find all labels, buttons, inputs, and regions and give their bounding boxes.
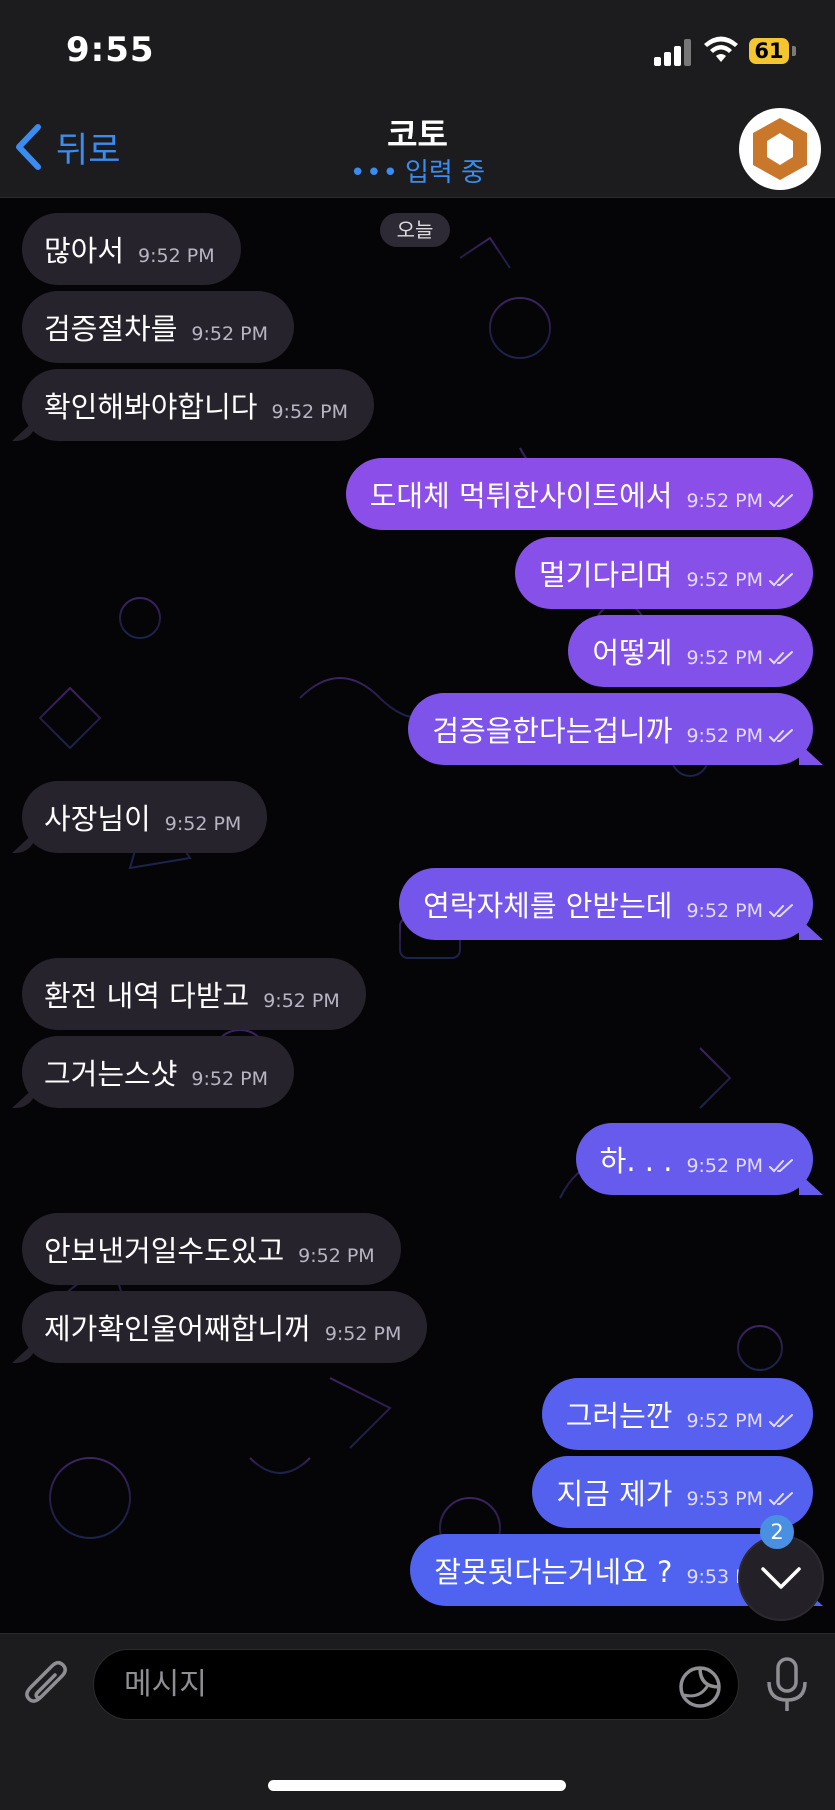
double-check-icon	[769, 1414, 793, 1428]
message-timestamp: 9:52 PM	[263, 990, 340, 1012]
message-text: 그러는깐	[565, 1399, 673, 1433]
back-button[interactable]: 뒤로	[14, 122, 120, 172]
sticker-button[interactable]	[678, 1665, 722, 1713]
message-text: 도대체 먹튀한사이트에서	[369, 479, 673, 513]
incoming-message[interactable]: 환전 내역 다받고 9:52 PM	[22, 958, 366, 1030]
message-text: 확인해봐야합니다	[44, 390, 258, 424]
back-chevron-icon	[16, 124, 41, 170]
message-timestamp: 9:52 PM	[191, 1068, 268, 1090]
outgoing-message[interactable]: 멀기다리며 9:52 PM	[515, 537, 813, 609]
incoming-message[interactable]: 많아서 9:52 PM	[22, 213, 241, 285]
incoming-message[interactable]: 안보낸거일수도있고 9:52 PM	[22, 1213, 401, 1285]
message-timestamp: 9:52 PM	[138, 245, 215, 267]
message-input[interactable]	[93, 1649, 739, 1720]
outgoing-message[interactable]: 검증을한다는겁니까 9:52 PM	[408, 693, 813, 765]
message-text: 멀기다리며	[539, 558, 673, 592]
message-text: 그거는스샷	[44, 1057, 178, 1091]
incoming-message[interactable]: 사장님이 9:52 PM	[22, 781, 268, 853]
message-timestamp: 9:52 PM	[191, 323, 268, 345]
composer-bar	[0, 1633, 835, 1810]
typing-dots: •••	[349, 158, 399, 188]
message-text: 지금 제가	[556, 1477, 673, 1511]
attach-button[interactable]	[22, 1656, 72, 1718]
microphone-button[interactable]	[763, 1656, 811, 1718]
home-indicator	[268, 1780, 566, 1791]
message-text: 안보낸거일수도있고	[44, 1234, 285, 1268]
message-timestamp: 9:52 PM	[686, 1155, 763, 1177]
status-bar: 9:55 61	[0, 0, 835, 100]
hexagon-logo-icon	[753, 118, 807, 180]
outgoing-message[interactable]: 어떻게 9:52 PM	[568, 615, 813, 687]
message-timestamp: 9:52 PM	[686, 900, 763, 922]
chevron-down-icon	[761, 1567, 801, 1589]
message-timestamp: 9:52 PM	[686, 490, 763, 512]
cellular-signal-icon	[654, 38, 694, 66]
double-check-icon	[769, 494, 793, 508]
microphone-icon	[767, 1657, 807, 1711]
message-timestamp: 9:52 PM	[686, 647, 763, 669]
message-text: 연락자체를 안받는데	[423, 889, 673, 923]
message-timestamp: 9:52 PM	[324, 1323, 402, 1345]
paperclip-icon	[25, 1661, 67, 1703]
message-text: 어떻게	[592, 636, 673, 670]
message-text: 검증을한다는겁니까	[432, 714, 673, 748]
chat-title: 코토	[387, 115, 448, 154]
date-separator: 오늘	[380, 213, 450, 247]
message-timestamp: 9:52 PM	[164, 813, 242, 835]
double-check-icon	[769, 904, 793, 918]
sticker-icon	[679, 1666, 721, 1708]
message-text: 잘못됫다는거네요 ?	[434, 1555, 673, 1589]
message-text: 하. . .	[599, 1144, 673, 1178]
chat-header: 코토 ••• 입력 중 뒤로	[0, 100, 835, 198]
message-timestamp: 9:52 PM	[686, 569, 763, 591]
typing-label: 입력 중	[404, 158, 486, 188]
double-check-icon	[769, 573, 793, 587]
double-check-icon	[769, 1492, 793, 1506]
incoming-message[interactable]: 그거는스샷 9:52 PM	[22, 1036, 294, 1108]
message-timestamp: 9:52 PM	[298, 1245, 375, 1267]
outgoing-message[interactable]: 하. . . 9:52 PM	[575, 1123, 813, 1195]
back-label: 뒤로	[56, 130, 121, 171]
status-time: 9:55	[66, 30, 155, 70]
message-timestamp: 9:52 PM	[686, 725, 763, 747]
message-text: 사장님이	[44, 802, 151, 836]
incoming-message[interactable]: 검증절차를 9:52 PM	[22, 291, 294, 363]
battery-level: 61	[749, 38, 789, 64]
double-check-icon	[769, 651, 793, 665]
message-text: 검증절차를	[44, 312, 178, 346]
wifi-icon	[703, 34, 739, 68]
double-check-icon	[769, 1159, 793, 1173]
message-timestamp: 9:52 PM	[271, 401, 349, 423]
incoming-message[interactable]: 확인해봐야합니다 9:52 PM	[22, 369, 375, 441]
outgoing-message[interactable]: 연락자체를 안받는데 9:52 PM	[399, 868, 813, 940]
double-check-icon	[769, 729, 793, 743]
battery-icon	[792, 46, 796, 56]
message-timestamp: 9:53 PM	[686, 1488, 763, 1510]
message-list[interactable]: 오늘 많아서 9:52 PM 검증절차를 9:52 PM 확인해봐야합니다 9:52 PM…	[0, 198, 835, 1633]
avatar[interactable]	[739, 108, 821, 190]
incoming-message[interactable]: 제가확인울어째합니꺼 9:52 PM	[22, 1291, 428, 1363]
typing-indicator: ••• 입력 중	[0, 152, 835, 189]
message-text: 환전 내역 다받고	[44, 979, 250, 1013]
message-timestamp: 9:52 PM	[686, 1410, 763, 1432]
message-text: 제가확인울어째합니꺼	[44, 1312, 311, 1346]
outgoing-message[interactable]: 도대체 먹튀한사이트에서 9:52 PM	[345, 458, 813, 530]
unread-count-badge: 2	[760, 1515, 794, 1549]
message-text: 많아서	[44, 234, 125, 268]
outgoing-message[interactable]: 그러는깐 9:52 PM	[541, 1378, 813, 1450]
